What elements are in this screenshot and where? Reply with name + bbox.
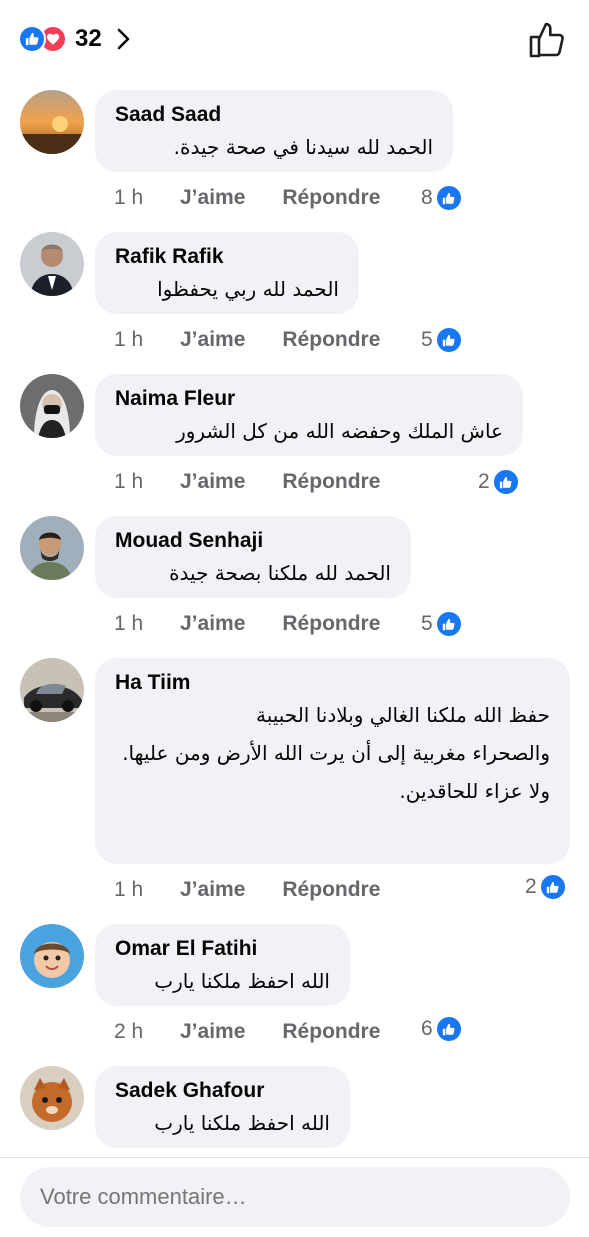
comment-time[interactable]: 1 h bbox=[114, 328, 166, 352]
comment-text: الحمد لله ملكنا بصحة جيدة bbox=[169, 561, 391, 585]
avatar[interactable] bbox=[20, 374, 84, 438]
comment-actions: 1 h J’aime Répondre bbox=[114, 325, 380, 355]
comment-actions: 1 h J’aime Répondre bbox=[114, 183, 380, 213]
composer-divider bbox=[0, 1157, 589, 1158]
comment-text: الله احفظ ملكنا يارب bbox=[154, 1111, 330, 1135]
reactions-summary[interactable]: 32 bbox=[18, 25, 130, 53]
comment-bubble: Saad Saad الحمد لله سيدنا في صحة جيدة. bbox=[95, 90, 453, 172]
like-button[interactable]: J’aime bbox=[180, 186, 245, 210]
comment-time[interactable]: 1 h bbox=[114, 186, 166, 210]
reply-button[interactable]: Répondre bbox=[282, 470, 380, 494]
like-reaction-icon bbox=[538, 873, 567, 901]
reply-button[interactable]: Répondre bbox=[282, 186, 380, 210]
avatar[interactable] bbox=[20, 924, 84, 988]
avatar[interactable] bbox=[20, 90, 84, 154]
reply-button[interactable]: Répondre bbox=[282, 878, 380, 902]
like-post-icon[interactable] bbox=[527, 20, 567, 60]
comment-bubble: Ha Tiim حفظ الله ملكنا الغالي وبلادنا ال… bbox=[95, 658, 570, 864]
comment-time[interactable]: 1 h bbox=[114, 878, 166, 902]
reply-button[interactable]: Répondre bbox=[282, 1020, 380, 1044]
like-button[interactable]: J’aime bbox=[180, 612, 245, 636]
like-reaction-icon bbox=[434, 610, 463, 638]
like-button[interactable]: J’aime bbox=[180, 328, 245, 352]
comment-time[interactable]: 2 h bbox=[114, 1020, 166, 1044]
avatar[interactable] bbox=[20, 232, 84, 296]
like-reaction-icon bbox=[434, 1015, 463, 1043]
reaction-count: 5 bbox=[421, 612, 433, 635]
like-reaction-icon bbox=[491, 468, 520, 496]
comment-text: الحمد لله ربي يحفظوا bbox=[157, 277, 339, 301]
comment-input[interactable] bbox=[20, 1167, 570, 1227]
like-button[interactable]: J’aime bbox=[180, 878, 245, 902]
avatar[interactable] bbox=[20, 516, 84, 580]
reaction-count: 2 bbox=[525, 875, 537, 898]
reply-button[interactable]: Répondre bbox=[282, 612, 380, 636]
comment-bubble: Rafik Rafik الحمد لله ربي يحفظوا bbox=[95, 232, 359, 314]
comment-text: عاش الملك وحفضه الله من كل الشرور bbox=[176, 419, 503, 443]
reaction-count: 6 bbox=[421, 1017, 433, 1040]
comment-actions: 1 h J’aime Répondre bbox=[114, 875, 380, 905]
like-reaction-icon bbox=[434, 326, 463, 354]
comment-text: الله احفظ ملكنا يارب bbox=[154, 969, 330, 993]
comment-bubble: Mouad Senhaji الحمد لله ملكنا بصحة جيدة bbox=[95, 516, 411, 598]
chevron-right-icon[interactable] bbox=[116, 28, 130, 50]
reaction-count: 8 bbox=[421, 186, 433, 209]
comment-reactions[interactable]: 5 bbox=[421, 325, 463, 355]
reactions-header: 32 bbox=[0, 0, 589, 80]
avatar[interactable] bbox=[20, 1066, 84, 1130]
comment-reactions[interactable]: 8 bbox=[421, 183, 463, 213]
comment-reactions[interactable]: 6 bbox=[421, 1014, 463, 1044]
comment-reactions[interactable]: 2 bbox=[478, 467, 520, 497]
comment-bubble: Sadek Ghafour الله احفظ ملكنا يارب bbox=[95, 1066, 350, 1148]
avatar[interactable] bbox=[20, 658, 84, 722]
like-reaction-icon bbox=[18, 25, 46, 53]
comment-author[interactable]: Sadek Ghafour bbox=[115, 1078, 330, 1104]
like-button[interactable]: J’aime bbox=[180, 1020, 245, 1044]
reaction-count: 32 bbox=[75, 25, 102, 52]
reaction-count: 2 bbox=[478, 470, 490, 493]
comment-author[interactable]: Rafik Rafik bbox=[115, 244, 339, 270]
comment-author[interactable]: Saad Saad bbox=[115, 102, 433, 128]
comment-author[interactable]: Omar El Fatihi bbox=[115, 936, 330, 962]
like-reaction-icon bbox=[434, 184, 463, 212]
comment-bubble: Omar El Fatihi الله احفظ ملكنا يارب bbox=[95, 924, 350, 1006]
comment-bubble: Naima Fleur عاش الملك وحفضه الله من كل ا… bbox=[95, 374, 523, 456]
comment-reactions[interactable]: 5 bbox=[421, 609, 463, 639]
comment-reactions[interactable]: 2 bbox=[525, 872, 567, 902]
comment-author[interactable]: Naima Fleur bbox=[115, 386, 503, 412]
like-button[interactable]: J’aime bbox=[180, 470, 245, 494]
comment-author[interactable]: Mouad Senhaji bbox=[115, 528, 391, 554]
comment-author[interactable]: Ha Tiim bbox=[115, 670, 550, 696]
comment-actions: 1 h J’aime Répondre bbox=[114, 609, 380, 639]
comment-time[interactable]: 1 h bbox=[114, 470, 166, 494]
comment-time[interactable]: 1 h bbox=[114, 612, 166, 636]
reply-button[interactable]: Répondre bbox=[282, 328, 380, 352]
comment-text: حفظ الله ملكنا الغالي وبلادنا الحبيبة وا… bbox=[122, 703, 550, 803]
comment-text: الحمد لله سيدنا في صحة جيدة. bbox=[173, 135, 433, 159]
comment-actions: 2 h J’aime Répondre bbox=[114, 1017, 380, 1047]
reaction-count: 5 bbox=[421, 328, 433, 351]
comment-actions: 1 h J’aime Répondre bbox=[114, 467, 380, 497]
